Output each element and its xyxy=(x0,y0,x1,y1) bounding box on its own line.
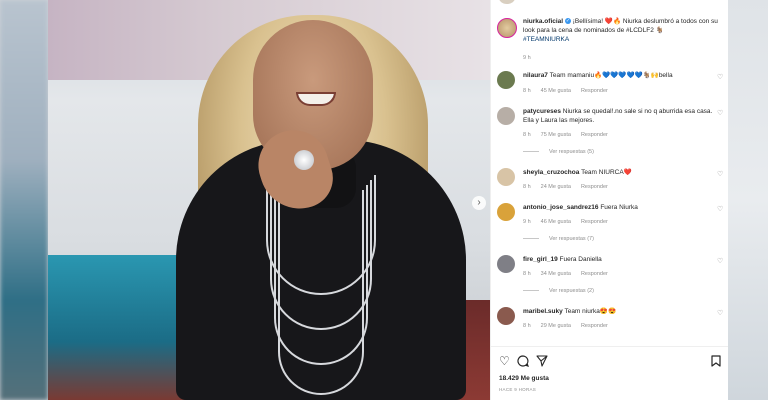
comment-username[interactable]: sheyla_cruzochoa xyxy=(523,169,579,176)
comment-username[interactable]: antonio_jose_sandrez16 xyxy=(523,204,599,211)
bookmark-icon[interactable] xyxy=(711,355,724,368)
author-avatar[interactable] xyxy=(497,18,517,38)
view-replies-label[interactable]: Ver respuestas (5) xyxy=(549,149,594,155)
photo-ring xyxy=(294,150,314,170)
blurred-backdrop-left xyxy=(0,0,48,400)
avatar[interactable] xyxy=(497,168,515,186)
comment-text: sheyla_cruzochoa Team NIURCA❤️ xyxy=(523,168,713,177)
comment-likes[interactable]: 46 Me gusta xyxy=(541,219,571,225)
reply-button[interactable]: Responder xyxy=(581,219,608,225)
comment-likes[interactable]: 34 Me gusta xyxy=(541,271,571,277)
replies-divider xyxy=(523,290,539,292)
comment-meta: 8 h 24 Me gusta Responder xyxy=(523,184,618,190)
comment-meta: 8 h 34 Me gusta Responder xyxy=(523,271,618,277)
comment-username[interactable]: fire_girl_19 xyxy=(523,256,558,263)
comment-meta: 8 h 75 Me gusta Responder xyxy=(523,132,618,138)
comment-likes[interactable]: 29 Me gusta xyxy=(541,323,571,329)
comment-age: 8 h xyxy=(523,323,531,329)
comment-username[interactable]: maribel.suky xyxy=(523,308,563,315)
comment-body: Fuera Niurka xyxy=(600,204,638,211)
avatar[interactable] xyxy=(497,203,515,221)
view-replies-button[interactable]: Ver respuestas (2) xyxy=(523,288,594,294)
comment-username[interactable]: nilaura7 xyxy=(523,72,548,79)
reply-button[interactable]: Responder xyxy=(581,184,608,190)
view-replies-label[interactable]: Ver respuestas (2) xyxy=(549,288,594,294)
heart-icon[interactable]: ♡ xyxy=(717,109,723,117)
post-action-bar: ♡ 18.429 Me gusta HACE 9 HORAS xyxy=(491,346,728,400)
comment-body: Team niurka😍😍 xyxy=(564,308,617,315)
comment-meta: 8 h 29 Me gusta Responder xyxy=(523,323,618,329)
avatar[interactable] xyxy=(497,107,515,125)
comment-body: Team NIURCA❤️ xyxy=(581,169,632,176)
comment-age: 8 h xyxy=(523,88,531,94)
comment-username[interactable]: patycureses xyxy=(523,108,561,115)
heart-icon[interactable]: ♡ xyxy=(717,257,723,265)
post-photo: › xyxy=(48,0,490,400)
comment-text: antonio_jose_sandrez16 Fuera Niurka xyxy=(523,203,713,212)
posted-time: HACE 9 HORAS xyxy=(499,387,537,392)
comment-age: 8 h xyxy=(523,184,531,190)
heart-icon[interactable]: ♡ xyxy=(717,73,723,81)
caption-hashtag[interactable]: #TEAMNIURKA xyxy=(523,36,569,43)
comment-age: 9 h xyxy=(523,219,531,225)
author-username[interactable]: niurka.oficial xyxy=(523,18,563,25)
previous-avatar xyxy=(499,0,515,4)
replies-divider xyxy=(523,238,539,240)
reply-button[interactable]: Responder xyxy=(581,88,608,94)
comment-age: 8 h xyxy=(523,271,531,277)
caption-text: niurka.oficial ✓ ¡Bellísima! ❤️🔥 Niurka … xyxy=(523,17,723,44)
avatar[interactable] xyxy=(497,71,515,89)
chevron-right-icon[interactable]: › xyxy=(472,196,486,210)
comment-text: maribel.suky Team niurka😍😍 xyxy=(523,307,713,316)
comment-icon[interactable] xyxy=(517,355,530,368)
view-replies-button[interactable]: Ver respuestas (7) xyxy=(523,236,594,242)
comment-meta: 9 h 46 Me gusta Responder xyxy=(523,219,618,225)
blurred-backdrop-right xyxy=(728,0,768,400)
heart-icon[interactable]: ♡ xyxy=(499,355,512,368)
comment-likes[interactable]: 75 Me gusta xyxy=(541,132,571,138)
view-replies-label[interactable]: Ver respuestas (7) xyxy=(549,236,594,242)
paper-plane-icon[interactable] xyxy=(536,355,549,368)
photo-necklace xyxy=(278,190,364,395)
comment-text: patycureses Niurka se quedal!.no sale si… xyxy=(523,107,713,125)
heart-icon[interactable]: ♡ xyxy=(717,309,723,317)
comment-text: nilaura7 Team mamaniu🔥💙💙💙💙💙🐐🙌bella xyxy=(523,71,713,80)
caption-time: 9 h xyxy=(523,55,531,61)
reply-button[interactable]: Responder xyxy=(581,132,608,138)
comment-meta: 8 h 45 Me gusta Responder xyxy=(523,88,618,94)
comment-text: fire_girl_19 Fuera Daniella xyxy=(523,255,713,264)
avatar[interactable] xyxy=(497,307,515,325)
comment-likes[interactable]: 45 Me gusta xyxy=(541,88,571,94)
comments-panel: niurka.oficial ✓ ¡Bellísima! ❤️🔥 Niurka … xyxy=(490,0,728,400)
avatar[interactable] xyxy=(497,255,515,273)
comment-body: Fuera Daniella xyxy=(559,256,602,263)
photo-background-left xyxy=(48,255,188,400)
reply-button[interactable]: Responder xyxy=(581,323,608,329)
view-replies-button[interactable]: Ver respuestas (5) xyxy=(523,149,594,155)
replies-divider xyxy=(523,151,539,153)
likes-count[interactable]: 18.429 Me gusta xyxy=(499,375,549,382)
verified-badge-icon: ✓ xyxy=(564,18,571,25)
comment-age: 8 h xyxy=(523,132,531,138)
reply-button[interactable]: Responder xyxy=(581,271,608,277)
comment-body: Team mamaniu🔥💙💙💙💙💙🐐🙌bella xyxy=(549,72,673,79)
comment-likes[interactable]: 24 Me gusta xyxy=(541,184,571,190)
heart-icon[interactable]: ♡ xyxy=(717,170,723,178)
heart-icon[interactable]: ♡ xyxy=(717,205,723,213)
